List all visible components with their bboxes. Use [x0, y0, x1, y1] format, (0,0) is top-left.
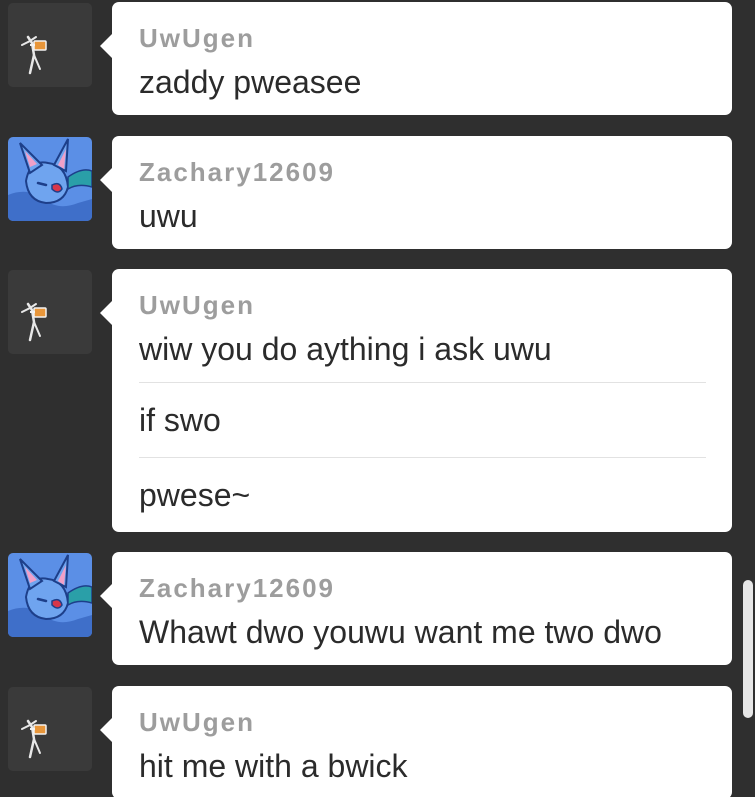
message-username[interactable]: UwUgen [139, 269, 706, 320]
message-bubble: Zachary12609 Whawt dwo youwu want me two… [100, 552, 732, 665]
message-text: hit me with a bwick [139, 748, 408, 784]
message-text: Whawt dwo youwu want me two dwo [139, 614, 662, 650]
blue-bat-creature-icon [8, 553, 92, 637]
message-text: wiw you do aything i ask uwu [139, 331, 552, 367]
message-text: pwese~ [139, 457, 706, 532]
avatar-uwugen[interactable] [8, 3, 92, 87]
avatar-zachary12609[interactable] [8, 553, 92, 637]
message-bubble: Zachary12609 uwu [100, 136, 732, 249]
scrollbar[interactable] [741, 0, 755, 797]
chat-message-list: UwUgen zaddy pweasee Zachary12609 uwu Uw… [0, 0, 755, 797]
tool-sketch-icon [8, 687, 92, 771]
avatar-uwugen[interactable] [8, 270, 92, 354]
message-username[interactable]: UwUgen [139, 686, 706, 737]
message-bubble: UwUgen wiw you do aything i ask uwu if s… [100, 269, 732, 532]
message-text: if swo [139, 382, 706, 457]
message-text: zaddy pweasee [139, 64, 362, 100]
message-bubble: UwUgen hit me with a bwick [100, 686, 732, 797]
blue-bat-creature-icon [8, 137, 92, 221]
message-username[interactable]: Zachary12609 [139, 136, 706, 187]
tool-sketch-icon [8, 3, 92, 87]
message-text: uwu [139, 198, 198, 234]
avatar-zachary12609[interactable] [8, 137, 92, 221]
avatar-uwugen[interactable] [8, 687, 92, 771]
message-bubble: UwUgen zaddy pweasee [100, 2, 732, 115]
tool-sketch-icon [8, 270, 92, 354]
message-username[interactable]: Zachary12609 [139, 552, 706, 603]
scrollbar-thumb[interactable] [743, 580, 753, 718]
message-username[interactable]: UwUgen [139, 2, 706, 53]
